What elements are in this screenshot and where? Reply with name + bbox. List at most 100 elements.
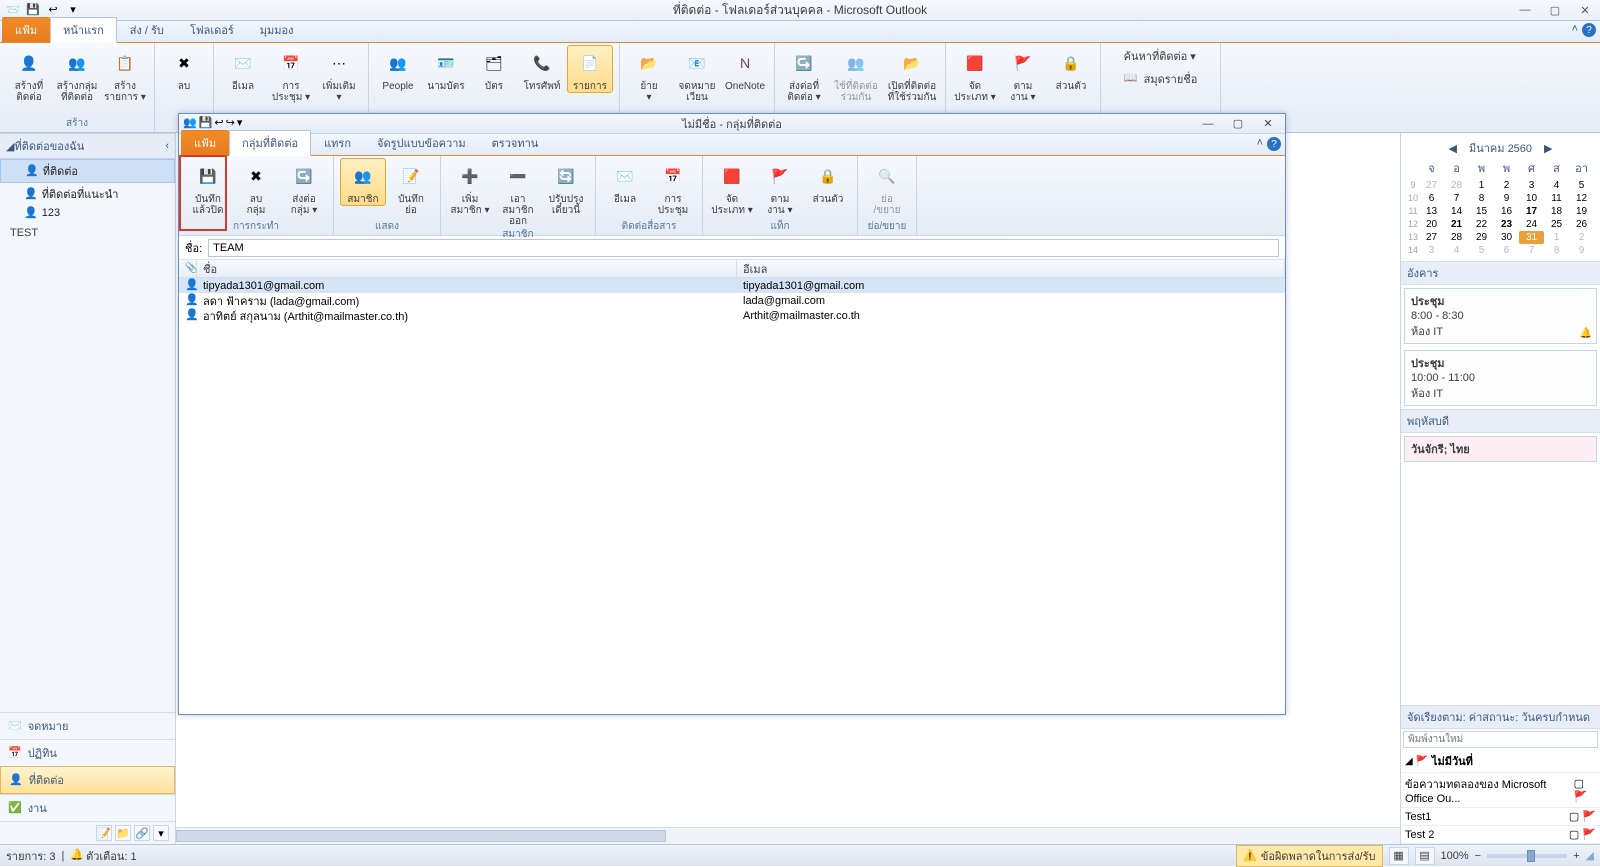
share-contacts-button[interactable]: 👥ใช้ที่ติดต่อร่วมกัน: [829, 45, 883, 103]
cal-day[interactable]: 2: [1569, 231, 1594, 244]
holiday-item[interactable]: วันจักรี; ไทย: [1404, 436, 1597, 462]
help-icon[interactable]: ?: [1582, 23, 1596, 37]
tab-sendrecv[interactable]: ส่ง / รับ: [117, 17, 177, 42]
cal-day[interactable]: 6: [1494, 244, 1519, 257]
modal-qat-drop[interactable]: ▾: [237, 118, 243, 129]
view-list-button[interactable]: 📄รายการ: [567, 45, 613, 93]
zoom-out-icon[interactable]: −: [1475, 850, 1481, 862]
nav-item-suggested[interactable]: 👤ที่ติดต่อที่แนะนำ: [0, 183, 175, 205]
cal-day[interactable]: 7: [1519, 244, 1544, 257]
view-normal-icon[interactable]: ▦: [1389, 847, 1409, 865]
add-members-button[interactable]: ➕เพิ่มสมาชิก ▾: [447, 158, 493, 216]
status-warning[interactable]: ⚠️ข้อผิดพลาดในการส่ง/รับ: [1236, 845, 1382, 867]
tasks-sort-header[interactable]: จัดเรียงตาม: ค่าสถานะ: วันครบกำหนด: [1401, 705, 1600, 729]
col-name[interactable]: ชื่อ: [197, 260, 737, 277]
delete-button[interactable]: ✖ลบ: [161, 45, 207, 92]
cal-day[interactable]: 29: [1469, 231, 1494, 244]
modal-undo-icon[interactable]: ↩: [214, 118, 223, 129]
cal-day[interactable]: 25: [1544, 218, 1569, 231]
zoom-in-icon[interactable]: +: [1573, 850, 1579, 862]
task-item[interactable]: Test 2▢ 🚩: [1401, 826, 1600, 844]
cal-day[interactable]: 21: [1444, 218, 1469, 231]
new-contact-button[interactable]: 👤สร้างที่ติดต่อ: [6, 45, 52, 103]
cal-day[interactable]: 9: [1494, 192, 1519, 205]
view-people-button[interactable]: 👥People: [375, 45, 421, 92]
address-book-row[interactable]: 📖สมุดรายชื่อ: [1120, 68, 1202, 90]
cal-day[interactable]: 4: [1544, 179, 1569, 192]
ribbon-min-icon[interactable]: ˄: [1572, 23, 1578, 37]
cal-day[interactable]: 24: [1519, 218, 1544, 231]
modal-tab-group[interactable]: กลุ่มที่ติดต่อ: [229, 130, 311, 156]
delete-group-button[interactable]: ✖ลบกลุ่ม: [233, 158, 279, 216]
resize-grip-icon[interactable]: ◢: [1586, 849, 1594, 862]
zoom-button[interactable]: 🔍ย่อ/ขยาย: [864, 158, 910, 216]
task-item[interactable]: ข้อความทดลองของ Microsoft Office Ou...▢ …: [1401, 773, 1600, 808]
minimize-button[interactable]: —: [1510, 1, 1540, 19]
group-name-input[interactable]: [208, 239, 1279, 257]
cal-day[interactable]: 16: [1494, 205, 1519, 218]
cal-day[interactable]: 9: [1569, 244, 1594, 257]
email-button[interactable]: ✉️อีเมล: [220, 45, 266, 92]
meeting-button[interactable]: 📅การประชุม ▾: [268, 45, 314, 103]
nav-item-contacts[interactable]: 👤ที่ติดต่อ: [0, 159, 175, 183]
tab-file[interactable]: แฟ้ม: [2, 17, 50, 42]
view-bizcard-button[interactable]: 🪪นามบัตร: [423, 45, 469, 92]
new-group-button[interactable]: 👥สร้างกลุ่มที่ติดต่อ: [54, 45, 100, 103]
nav-header-mycontacts[interactable]: ◢ ที่ติดต่อของฉัน‹: [0, 133, 175, 159]
member-row[interactable]: 👤อาทิตย์ สกุลนาม (Arthit@mailmaster.co.t…: [179, 308, 1285, 323]
more-button[interactable]: ⋯เพิ่มเติม▾: [316, 45, 362, 103]
appointment-1[interactable]: ประชุม 8:00 - 8:30 ห้อง IT 🔔: [1404, 288, 1597, 344]
forward-contact-button[interactable]: ↪️ส่งต่อที่ติดต่อ ▾: [781, 45, 827, 103]
cal-day[interactable]: 1: [1469, 179, 1494, 192]
cal-day[interactable]: 17: [1519, 205, 1544, 218]
cal-day[interactable]: 3: [1519, 179, 1544, 192]
cal-day[interactable]: 4: [1444, 244, 1469, 257]
modal-help-icon[interactable]: ?: [1267, 137, 1281, 151]
cal-day[interactable]: 13: [1419, 205, 1444, 218]
cal-day[interactable]: 5: [1569, 179, 1594, 192]
modal-tab-file[interactable]: แฟ้ม: [181, 130, 229, 155]
cal-day[interactable]: 7: [1444, 192, 1469, 205]
notes-button[interactable]: 📝บันทึกย่อ: [388, 158, 434, 216]
modal-min-button[interactable]: —: [1193, 115, 1223, 133]
col-icon[interactable]: 📎: [179, 260, 197, 277]
tab-home[interactable]: หน้าแรก: [50, 17, 117, 43]
cal-day[interactable]: 27: [1419, 231, 1444, 244]
new-items-button[interactable]: 📋สร้างรายการ ▾: [102, 45, 148, 103]
appointment-2[interactable]: ประชุม 10:00 - 11:00 ห้อง IT: [1404, 350, 1597, 406]
nav-contacts-button[interactable]: 👤ที่ติดต่อ: [0, 766, 175, 794]
close-button[interactable]: ✕: [1570, 1, 1600, 19]
cal-day[interactable]: 20: [1419, 218, 1444, 231]
modal-flag-button[interactable]: 🚩ตามงาน ▾: [757, 158, 803, 216]
cal-day[interactable]: 14: [1444, 205, 1469, 218]
modal-save-icon[interactable]: 💾: [199, 118, 213, 129]
modal-ribbon-min-icon[interactable]: ˄: [1257, 137, 1263, 151]
modal-tab-format[interactable]: จัดรูปแบบข้อความ: [364, 130, 479, 155]
cal-day[interactable]: 3: [1419, 244, 1444, 257]
modal-cat-button[interactable]: 🟥จัดประเภท ▾: [709, 158, 755, 216]
nav-calendar-button[interactable]: 📅ปฏิทิน: [0, 739, 175, 766]
cal-day[interactable]: 10: [1519, 192, 1544, 205]
cal-prev-icon[interactable]: ◀: [1444, 142, 1460, 155]
nav-tasks-button[interactable]: ✅งาน: [0, 794, 175, 821]
maximize-button[interactable]: ▢: [1540, 1, 1570, 19]
modal-email-button[interactable]: ✉️อีเมล: [602, 158, 648, 205]
forward-group-button[interactable]: ↪️ส่งต่อกลุ่ม ▾: [281, 158, 327, 216]
cal-day[interactable]: 1: [1544, 231, 1569, 244]
remove-member-button[interactable]: ➖เอาสมาชิกออก: [495, 158, 541, 227]
modal-priv-button[interactable]: 🔒ส่วนตัว: [805, 158, 851, 205]
mailmerge-button[interactable]: 📧จดหมายเวียน: [674, 45, 720, 103]
cal-day[interactable]: 5: [1469, 244, 1494, 257]
nav-item-123[interactable]: 👤123: [0, 205, 175, 221]
cal-day[interactable]: 8: [1544, 244, 1569, 257]
tab-folder[interactable]: โฟลเดอร์: [177, 17, 247, 42]
cal-day[interactable]: 28: [1444, 179, 1469, 192]
modal-max-button[interactable]: ▢: [1223, 115, 1253, 133]
tab-view[interactable]: มุมมอง: [247, 17, 307, 42]
modal-close-button[interactable]: ✕: [1253, 115, 1283, 133]
cal-day[interactable]: 30: [1494, 231, 1519, 244]
modal-meeting-button[interactable]: 📅การประชุม: [650, 158, 696, 216]
onenote-button[interactable]: NOneNote: [722, 45, 768, 92]
task-group-nodate[interactable]: ◢ 🚩 ไม่มีวันที่: [1401, 750, 1600, 773]
cal-day[interactable]: 31: [1519, 231, 1544, 244]
